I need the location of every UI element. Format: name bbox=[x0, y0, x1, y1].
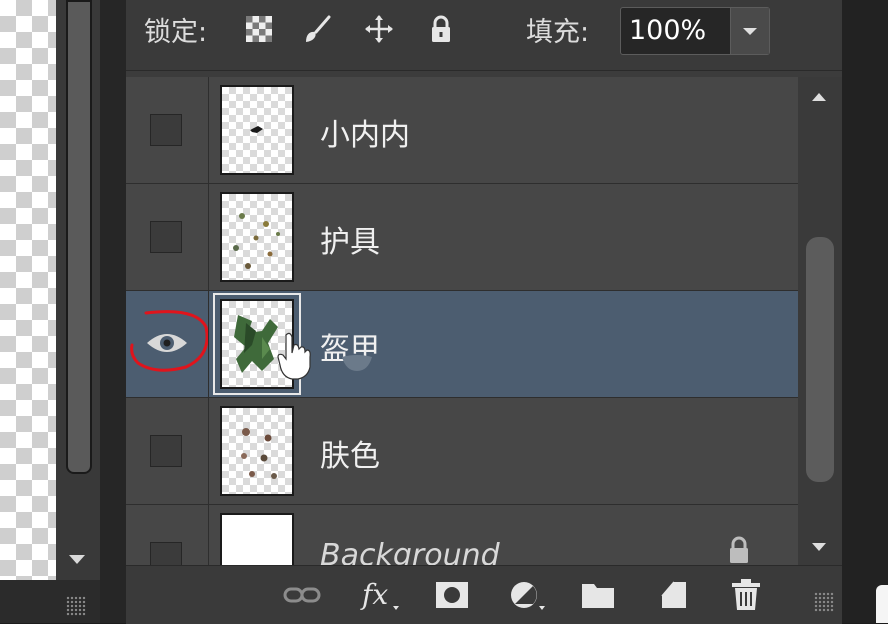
hand-cursor-icon bbox=[274, 331, 314, 381]
lock-fill-bar: 锁定: 填充: 100% bbox=[126, 0, 842, 71]
lock-image-pixels-icon[interactable] bbox=[302, 14, 332, 44]
new-layer-icon[interactable] bbox=[654, 576, 694, 614]
panel-divider bbox=[100, 0, 126, 623]
scroll-up-arrow-icon[interactable] bbox=[812, 93, 826, 101]
trash-icon[interactable] bbox=[726, 576, 766, 614]
new-group-icon[interactable] bbox=[578, 576, 618, 614]
visibility-off-box[interactable] bbox=[150, 221, 182, 253]
layer-name[interactable]: 护具 bbox=[320, 217, 380, 261]
lock-position-icon[interactable] bbox=[364, 14, 394, 44]
chevron-down-icon bbox=[743, 28, 757, 35]
resize-grip-icon[interactable] bbox=[66, 596, 86, 616]
lock-label: 锁定: bbox=[144, 17, 208, 48]
lock-all-icon[interactable] bbox=[426, 14, 456, 44]
layer-thumbnail bbox=[220, 192, 294, 282]
scroll-down-arrow-icon[interactable] bbox=[812, 543, 826, 551]
document-canvas[interactable] bbox=[0, 0, 56, 580]
red-circle-annotation bbox=[126, 305, 208, 375]
layer-thumbnail bbox=[220, 513, 294, 565]
layer-row[interactable]: 小内内 bbox=[126, 77, 798, 184]
layer-row[interactable]: 肤色 bbox=[126, 398, 798, 505]
layer-name[interactable]: 小内内 bbox=[320, 110, 410, 154]
visibility-off-box[interactable] bbox=[150, 114, 182, 146]
layer-lock-icon bbox=[724, 535, 754, 565]
visibility-toggle[interactable] bbox=[126, 505, 209, 565]
layer-thumbnail bbox=[220, 406, 294, 496]
visibility-toggle[interactable] bbox=[126, 291, 209, 397]
visibility-toggle[interactable] bbox=[126, 77, 209, 183]
adjustment-layer-icon[interactable] bbox=[506, 576, 546, 614]
edge-highlight bbox=[876, 585, 888, 623]
right-edge-panel bbox=[842, 0, 888, 623]
link-layers-icon[interactable] bbox=[282, 576, 322, 614]
layers-footer-toolbar: fx bbox=[126, 565, 842, 624]
layer-row-background[interactable]: Background bbox=[126, 505, 798, 565]
fill-opacity-value[interactable]: 100% bbox=[629, 15, 706, 46]
layer-row-selected[interactable]: 盔甲 bbox=[126, 291, 798, 398]
visibility-off-box[interactable] bbox=[150, 542, 182, 565]
visibility-toggle[interactable] bbox=[126, 398, 209, 504]
drag-ghost-icon bbox=[340, 353, 374, 373]
scroll-down-arrow-icon[interactable] bbox=[69, 555, 85, 564]
add-mask-icon[interactable] bbox=[432, 576, 472, 614]
layer-name[interactable]: 肤色 bbox=[320, 431, 380, 475]
lock-transparent-pixels-icon[interactable] bbox=[244, 14, 274, 44]
canvas-vertical-scrollbar[interactable] bbox=[56, 0, 100, 580]
svg-text:fx: fx bbox=[360, 578, 388, 611]
visibility-off-box[interactable] bbox=[150, 435, 182, 467]
layer-thumbnail bbox=[220, 85, 294, 175]
layer-name[interactable]: Background bbox=[320, 538, 500, 565]
canvas-scroll-thumb[interactable] bbox=[66, 0, 92, 474]
layer-row[interactable]: 护具 bbox=[126, 184, 798, 291]
fill-dropdown-button[interactable] bbox=[730, 8, 769, 54]
layers-panel: 锁定: 填充: 100% 小内内 护具 盔甲 肤色 Background fx bbox=[126, 0, 842, 624]
fill-label: 填充: bbox=[526, 17, 590, 48]
resize-grip-icon[interactable] bbox=[814, 592, 834, 612]
fx-icon[interactable]: fx bbox=[360, 576, 400, 614]
visibility-toggle[interactable] bbox=[126, 184, 209, 290]
fill-opacity-field[interactable]: 100% bbox=[620, 7, 770, 55]
layers-scroll-thumb[interactable] bbox=[806, 237, 834, 482]
layers-list: 小内内 护具 盔甲 肤色 Background bbox=[126, 77, 798, 565]
layers-vertical-scrollbar[interactable] bbox=[798, 77, 842, 565]
